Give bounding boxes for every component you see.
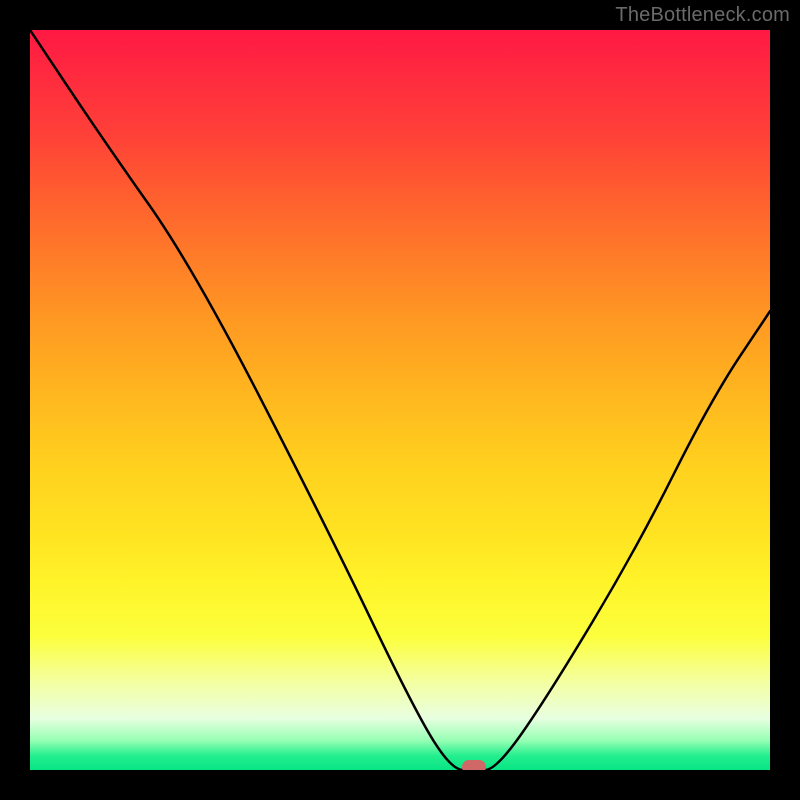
watermark-text: TheBottleneck.com [615,4,790,27]
optimal-point-marker [462,760,486,770]
curve-path [30,30,770,770]
bottleneck-curve [30,30,770,770]
plot-area [30,30,770,770]
chart-frame: TheBottleneck.com [0,0,800,800]
